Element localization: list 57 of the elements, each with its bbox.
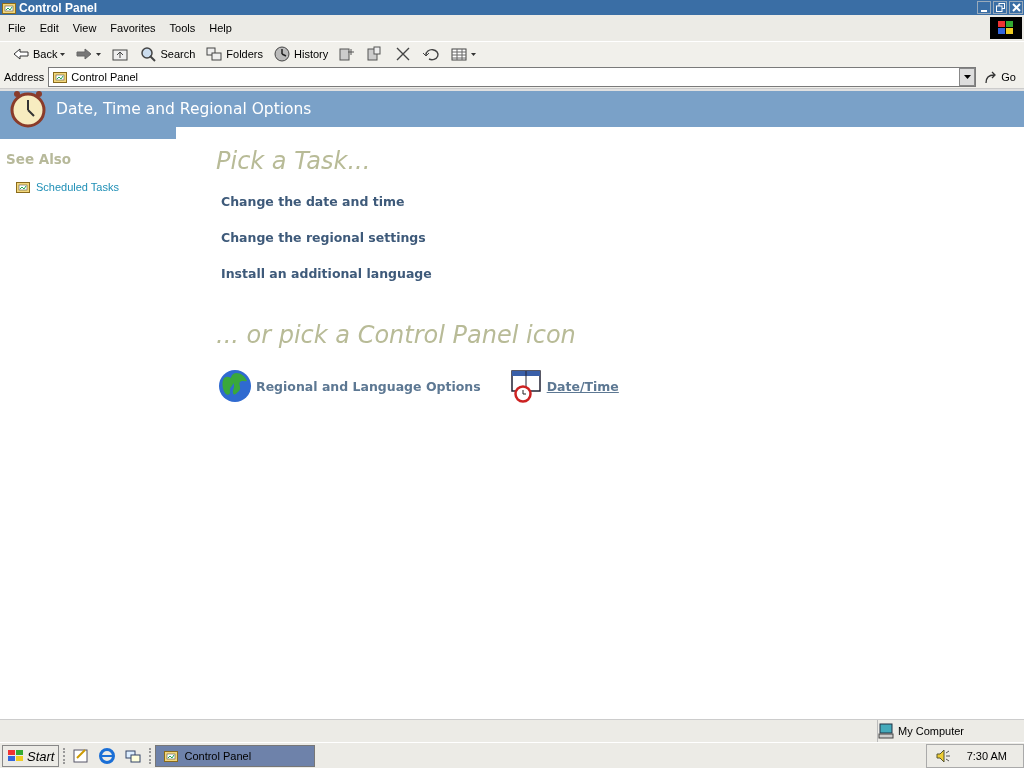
dropdown-button[interactable] xyxy=(959,68,976,86)
control-panel-link[interactable]: Date/Time xyxy=(508,369,619,403)
calendar-clock-icon xyxy=(508,369,543,403)
restore-button[interactable] xyxy=(993,1,1007,14)
menu-item[interactable]: View xyxy=(66,22,103,34)
up-folder-icon xyxy=(111,46,130,62)
forward-arrow-icon xyxy=(75,46,94,62)
history-button[interactable]: History xyxy=(269,44,333,64)
browser-icon[interactable] xyxy=(99,748,116,764)
windows-flag-icon xyxy=(990,17,1022,39)
caret-icon xyxy=(963,75,971,79)
views-icon xyxy=(450,46,469,62)
search-icon xyxy=(139,46,158,62)
back-button[interactable]: Back xyxy=(8,44,70,64)
close-icon xyxy=(1011,3,1021,12)
page-title: Date, Time and Regional Options xyxy=(56,100,312,118)
minimize-button[interactable] xyxy=(977,1,991,14)
globe-icon xyxy=(218,369,252,403)
restore-icon xyxy=(995,3,1005,12)
window-title: Control Panel xyxy=(19,0,98,15)
minimize-icon xyxy=(981,9,987,12)
undo-icon xyxy=(422,46,441,62)
zone-label: My Computer xyxy=(898,725,965,737)
control-panel-icon xyxy=(164,750,179,762)
menu-item[interactable]: File xyxy=(2,22,32,34)
close-button[interactable] xyxy=(1009,1,1023,14)
volume-icon[interactable] xyxy=(934,748,951,764)
go-button[interactable]: Go xyxy=(980,70,1020,84)
start-button[interactable]: Start xyxy=(2,745,60,767)
windows-flag-icon xyxy=(7,749,25,763)
search-button[interactable]: Search xyxy=(135,44,200,64)
folders-button[interactable]: Folders xyxy=(201,44,267,64)
taskbar-button[interactable]: Control Panel xyxy=(155,745,316,767)
back-arrow-icon xyxy=(12,46,30,62)
control-panel-link[interactable]: Regional and Language Options xyxy=(218,369,481,403)
control-panel-icon xyxy=(53,71,68,83)
icon-heading: ... or pick a Control Panel icon xyxy=(216,321,577,349)
computer-icon xyxy=(878,723,894,739)
alarm-clock-icon xyxy=(8,89,48,129)
menu-item[interactable]: Help xyxy=(203,22,238,34)
task-link[interactable]: Change the date and time xyxy=(221,191,405,211)
menu-item[interactable]: Favorites xyxy=(104,22,162,34)
address-field[interactable]: Control Panel xyxy=(48,67,977,87)
menu-item[interactable]: Edit xyxy=(33,22,65,34)
task-link[interactable]: Install an additional language xyxy=(221,263,432,283)
switch-windows-icon[interactable] xyxy=(125,748,142,764)
menu-item[interactable]: Tools xyxy=(163,22,202,34)
history-icon xyxy=(273,46,291,62)
folder-icon xyxy=(16,181,30,193)
folders-icon xyxy=(205,46,224,62)
task-link[interactable]: Change the regional settings xyxy=(221,227,426,247)
move-to-icon xyxy=(338,46,357,62)
address-label: Address xyxy=(4,71,45,83)
task-heading: Pick a Task... xyxy=(216,147,372,175)
clock-time: 7:30 AM xyxy=(966,750,1007,762)
see-also-heading: See Also xyxy=(6,151,73,167)
see-also-link[interactable]: Scheduled Tasks xyxy=(16,181,119,193)
